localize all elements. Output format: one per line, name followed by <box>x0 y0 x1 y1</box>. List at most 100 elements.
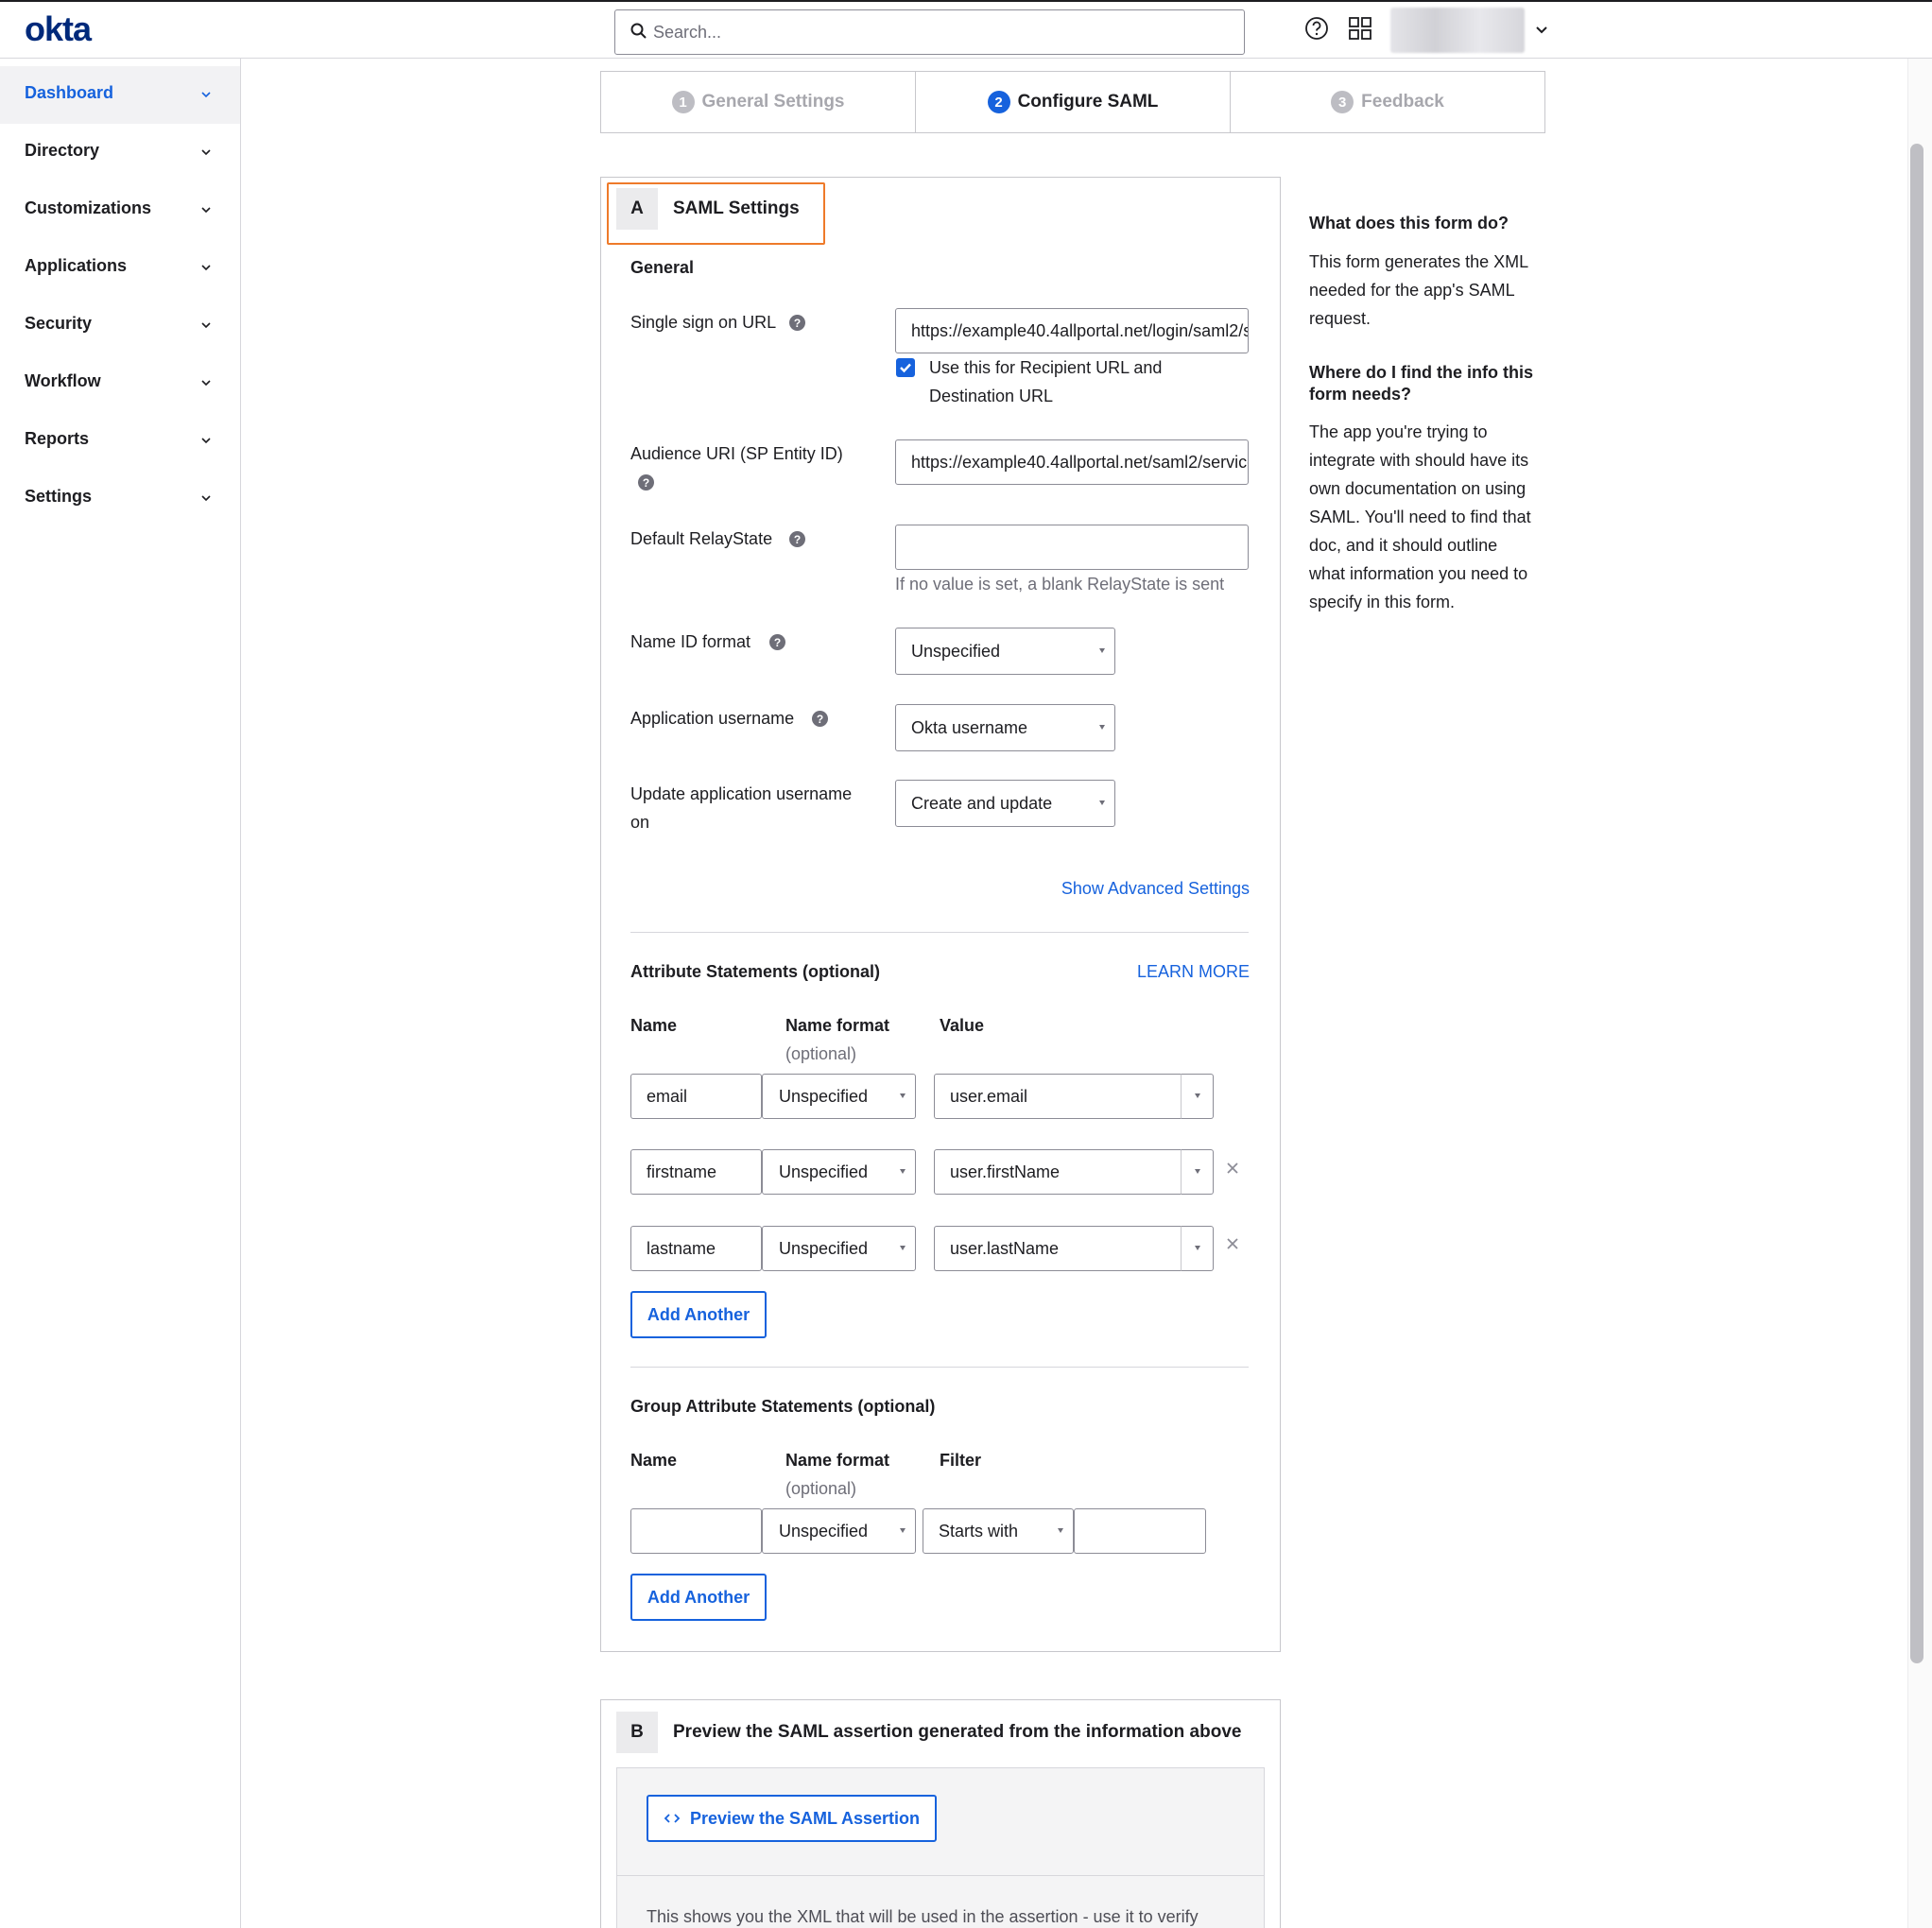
app-grid-icon[interactable] <box>1347 15 1373 42</box>
preview-panel <box>616 1767 1265 1928</box>
help-icon[interactable]: ? <box>789 531 805 547</box>
learn-more-link[interactable]: LEARN MORE <box>1137 962 1250 982</box>
divider <box>630 1367 1249 1368</box>
help-answer-2-line: SAML. You'll need to find that <box>1309 508 1531 526</box>
search-input[interactable]: Search... <box>614 9 1245 55</box>
group-attribute-name-input[interactable] <box>630 1508 762 1554</box>
col-name-header: Name <box>630 1451 678 1470</box>
sidebar-item-directory[interactable]: Directory <box>0 124 240 181</box>
group-filter-select[interactable]: Starts with <box>923 1508 1074 1554</box>
group-attribute-format-select[interactable]: Unspecified <box>762 1508 916 1554</box>
step-number: 1 <box>671 91 695 113</box>
caret-down-icon <box>900 1246 906 1250</box>
help-icon[interactable]: ? <box>812 711 828 727</box>
help-icon[interactable]: ? <box>638 474 654 491</box>
scrollbar-thumb[interactable] <box>1910 144 1923 1663</box>
attribute-value-input[interactable]: user.lastName <box>934 1226 1182 1271</box>
general-heading: General <box>630 258 695 277</box>
sidebar-item-label: Dashboard <box>25 83 114 102</box>
sidebar-item-workflow[interactable]: Workflow <box>0 354 240 412</box>
select-value: Unspecified <box>779 1238 869 1258</box>
chevron-down-icon <box>201 438 211 444</box>
section-b-header: B Preview the SAML assertion generated f… <box>616 1712 1241 1753</box>
help-answer-1-line: needed for the app's SAML <box>1309 281 1515 300</box>
sso-url-input[interactable]: https://example40.4allportal.net/login/s… <box>895 308 1249 353</box>
sidebar-item-label: Workflow <box>25 371 101 390</box>
caret-down-icon <box>1099 725 1105 730</box>
step-number: 2 <box>987 91 1010 113</box>
sidebar-item-security[interactable]: Security <box>0 297 240 354</box>
step-label: Configure SAML <box>1017 92 1159 112</box>
chevron-down-icon <box>201 207 211 214</box>
user-account-blurred[interactable] <box>1390 8 1525 53</box>
select-value: Create and update <box>911 793 1053 813</box>
help-answer-2-line: own documentation on using <box>1309 479 1527 498</box>
step-feedback[interactable]: 3 Feedback <box>1231 72 1544 132</box>
update-username-select[interactable]: Create and update <box>895 780 1115 827</box>
help-icon[interactable]: ? <box>789 315 805 331</box>
attribute-name-input[interactable]: lastname <box>630 1226 762 1271</box>
sidebar-item-settings[interactable]: Settings <box>0 470 240 527</box>
button-label: Preview the SAML Assertion <box>689 1808 921 1828</box>
sidebar-item-label: Settings <box>25 487 93 506</box>
attribute-format-select[interactable]: Unspecified <box>762 1074 916 1119</box>
help-answer-2-line: specify in this form. <box>1309 593 1456 611</box>
attribute-statements-heading: Attribute Statements (optional) <box>630 962 880 981</box>
divider <box>616 1875 1265 1876</box>
select-value: Unspecified <box>779 1162 869 1181</box>
step-label: General Settings <box>701 92 845 112</box>
app-username-select[interactable]: Okta username <box>895 704 1115 751</box>
caret-down-icon <box>1099 648 1105 653</box>
okta-logo[interactable]: okta <box>25 9 92 49</box>
attribute-value-input[interactable]: user.email <box>934 1074 1182 1119</box>
remove-row-icon[interactable] <box>1224 1235 1241 1252</box>
name-id-format-select[interactable]: Unspecified <box>895 628 1115 675</box>
attribute-format-select[interactable]: Unspecified <box>762 1226 916 1271</box>
relay-state-hint: If no value is set, a blank RelayState i… <box>895 575 1225 594</box>
remove-row-icon[interactable] <box>1224 1160 1241 1177</box>
top-bar: okta Search... <box>0 0 1932 59</box>
sidebar-item-label: Reports <box>25 429 90 448</box>
sidebar-item-reports[interactable]: Reports <box>0 412 240 470</box>
relay-state-input[interactable] <box>895 525 1249 570</box>
group-filter-value-input[interactable] <box>1074 1508 1206 1554</box>
help-answer-2-line: integrate with should have its <box>1309 451 1529 470</box>
chevron-down-icon <box>201 92 211 98</box>
attribute-format-select[interactable]: Unspecified <box>762 1149 916 1195</box>
highlight-box <box>607 182 825 245</box>
caret-down-icon <box>900 1169 906 1174</box>
caret-down-icon <box>1058 1528 1063 1533</box>
step-configure-saml[interactable]: 2 Configure SAML <box>916 72 1231 132</box>
divider <box>630 932 1249 933</box>
group-attribute-statements-heading: Group Attribute Statements (optional) <box>630 1397 936 1416</box>
attribute-value-input[interactable]: user.firstName <box>934 1149 1182 1195</box>
select-value: Unspecified <box>779 1086 869 1106</box>
attribute-name-input[interactable]: email <box>630 1074 762 1119</box>
attribute-value-dropdown[interactable] <box>1181 1074 1214 1119</box>
show-advanced-settings-link[interactable]: Show Advanced Settings <box>1061 879 1250 899</box>
col-format-header: Name format <box>785 1451 890 1470</box>
col-format-header: Name format <box>785 1016 890 1035</box>
caret-down-icon <box>1194 1246 1200 1250</box>
audience-uri-input[interactable]: https://example40.4allportal.net/saml2/s… <box>895 439 1249 485</box>
help-icon[interactable]: ? <box>769 634 785 650</box>
sidebar-item-applications[interactable]: Applications <box>0 239 240 297</box>
help-question-2: Where do I find the info this <box>1309 363 1533 382</box>
recipient-url-checkbox[interactable] <box>896 358 915 377</box>
chevron-down-icon[interactable] <box>1533 21 1550 38</box>
checkbox-label: Destination URL <box>929 387 1054 405</box>
help-icon[interactable] <box>1303 15 1330 42</box>
attribute-value-dropdown[interactable] <box>1181 1149 1214 1195</box>
select-value: Okta username <box>911 717 1028 737</box>
add-attribute-button[interactable]: Add Another <box>630 1291 767 1338</box>
sidebar-item-dashboard[interactable]: Dashboard <box>0 66 240 124</box>
sidebar-item-customizations[interactable]: Customizations <box>0 181 240 239</box>
step-general-settings[interactable]: 1 General Settings <box>601 72 916 132</box>
help-answer-2-line: what information you need to <box>1309 564 1528 583</box>
attribute-value-dropdown[interactable] <box>1181 1226 1214 1271</box>
sidebar: Dashboard Directory Customizations Appli… <box>0 59 241 1928</box>
add-group-attribute-button[interactable]: Add Another <box>630 1574 767 1621</box>
preview-saml-assertion-button[interactable]: Preview the SAML Assertion <box>647 1795 937 1842</box>
attribute-name-input[interactable]: firstname <box>630 1149 762 1195</box>
sidebar-item-label: Directory <box>25 141 100 160</box>
